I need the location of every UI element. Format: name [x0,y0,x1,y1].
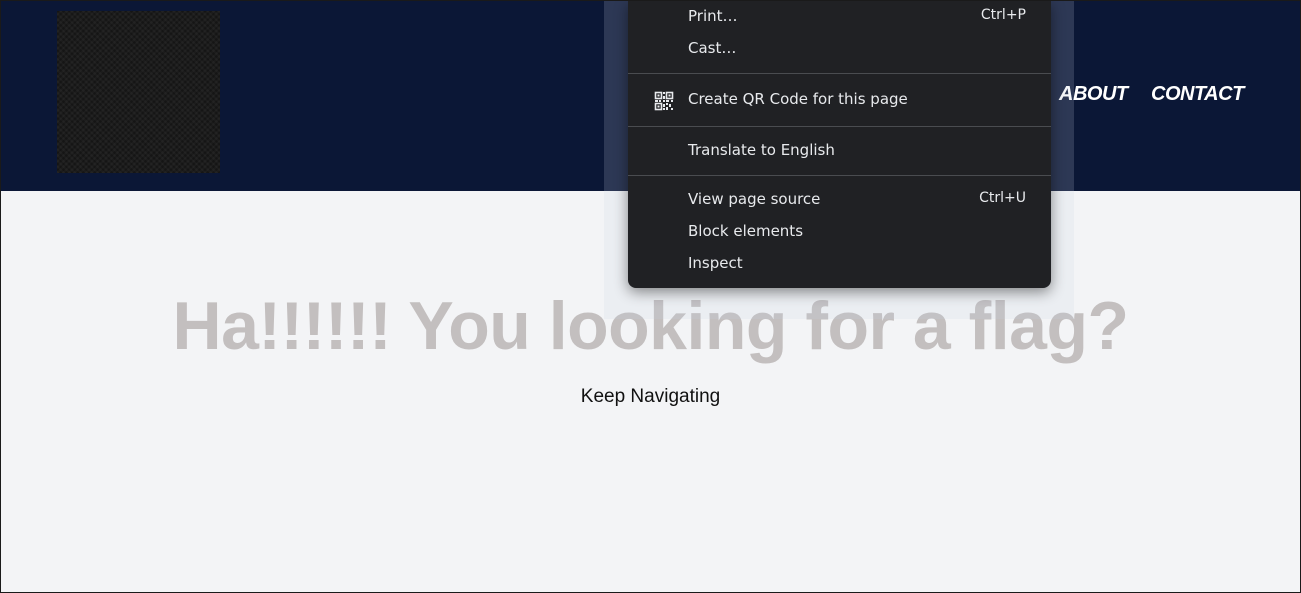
menu-item-label: Print… [688,7,738,25]
menu-item-cast[interactable]: Cast… [628,33,1051,65]
menu-item-block-elements[interactable]: Block elements [628,216,1051,248]
menu-item-view-page-source[interactable]: View page source Ctrl+U [628,184,1051,216]
menu-separator [628,73,1051,74]
menu-item-shortcut: Ctrl+U [979,190,1026,206]
menu-separator [628,126,1051,127]
menu-item-create-qr-code[interactable]: Create QR Code for this page [628,84,1051,116]
menu-item-inspect[interactable]: Inspect [628,248,1051,280]
menu-item-label: Translate to English [688,141,835,159]
menu-item-label: Create QR Code for this page [688,90,908,108]
menu-item-shortcut: Ctrl+P [980,7,1026,23]
browser-viewport: ABOUT CONTACT Ha!!!!!! You looking for a… [0,0,1301,593]
context-menu: Print… Ctrl+P Cast… Create QR Code for t… [628,1,1051,288]
menu-separator [628,175,1051,176]
site-logo[interactable] [57,11,220,173]
hero-subtitle: Keep Navigating [580,386,721,407]
menu-item-label: Block elements [688,222,804,240]
menu-item-label: Inspect [688,254,743,272]
nav-link-contact[interactable]: CONTACT [1151,83,1244,106]
qr-code-icon [654,91,674,111]
menu-item-label: Cast… [688,39,737,57]
menu-item-translate[interactable]: Translate to English [628,135,1051,167]
menu-item-print[interactable]: Print… Ctrl+P [628,1,1051,33]
menu-item-label: View page source [688,190,821,208]
